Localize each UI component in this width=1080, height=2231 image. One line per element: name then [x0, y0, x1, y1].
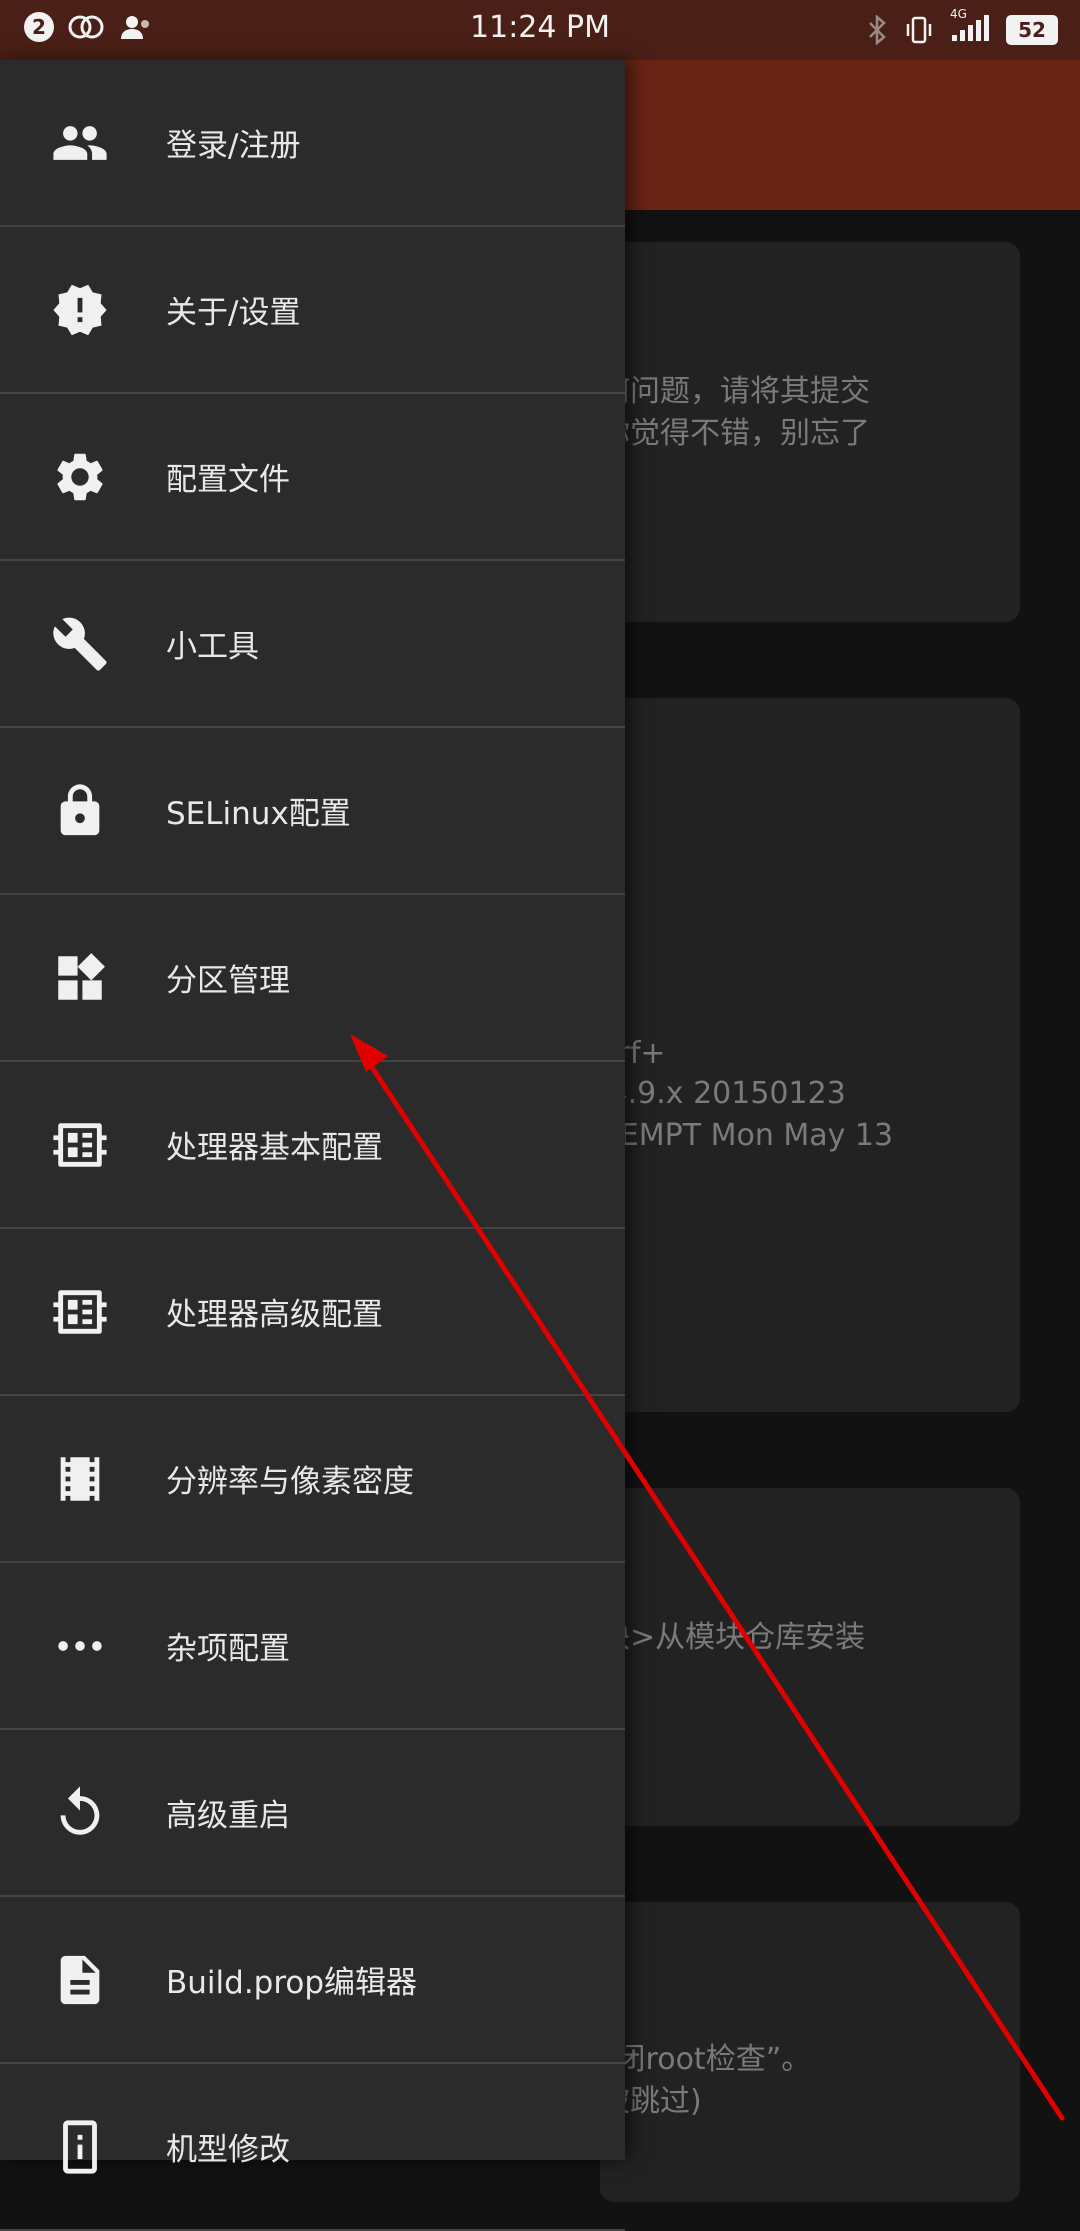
wrench-icon — [50, 614, 110, 674]
menu-item-label: 高级重启 — [166, 1798, 290, 1834]
widgets-icon — [50, 948, 110, 1008]
restart-icon — [50, 1783, 110, 1843]
phone-info-icon — [50, 2117, 110, 2177]
lock-icon — [50, 781, 110, 841]
menu-item-profiles[interactable]: 配置文件 — [0, 394, 625, 561]
card-text: 了任何问题，请将其提交 — [600, 374, 870, 409]
bluetooth-icon — [869, 15, 886, 45]
menu-item-about-settings[interactable]: 关于/设置 — [0, 227, 625, 394]
menu-item-label: 关于/设置 — [166, 295, 301, 331]
menu-item-model-modify[interactable]: 机型修改 — [0, 2064, 625, 2231]
card-text: 开“关闭root检查”。 — [600, 2042, 812, 2077]
root-check-card: 开“关闭root检查”。 检查被跳过) — [600, 1902, 1020, 2202]
menu-item-label: 处理器基本配置 — [166, 1130, 383, 1166]
card-text: n 4.9.x 20150123 — [600, 1076, 846, 1111]
gear-icon — [50, 447, 110, 507]
people-icon — [50, 113, 110, 173]
menu-item-misc[interactable]: 杂项配置 — [0, 1563, 625, 1730]
menu-item-cpu-advanced[interactable]: 处理器高级配置 — [0, 1229, 625, 1396]
menu-item-login[interactable]: 登录/注册 — [0, 60, 625, 227]
signal-group: 4G — [950, 7, 990, 47]
info-card: 了任何问题，请将其提交 如果你觉得不错，别忘了 — [600, 242, 1020, 622]
file-icon — [50, 1950, 110, 2010]
menu-item-label: 分区管理 — [166, 963, 290, 999]
menu-item-label: 小工具 — [166, 629, 259, 665]
menu-item-label: 配置文件 — [166, 462, 290, 498]
menu-item-label: Build.prop编辑器 — [166, 1965, 418, 2001]
menu-item-label: 机型修改 — [166, 2132, 290, 2168]
status-right: 4G 52 — [866, 7, 1058, 47]
navigation-drawer: 登录/注册 关于/设置 配置文件 小工具 SELinux配置 分区管理 处理器基… — [0, 60, 625, 2231]
card-text: 如果你觉得不错，别忘了 — [600, 416, 870, 451]
module-card: 方模块>从模块仓库安装 — [600, 1488, 1020, 1826]
battery-indicator: 52 — [1006, 15, 1058, 45]
network-type: 4G — [950, 7, 967, 21]
menu-item-label: 分辨率与像素密度 — [166, 1464, 414, 1500]
card-text: REEMPT Mon May 13 — [600, 1118, 894, 1153]
menu-item-build-prop[interactable]: Build.prop编辑器 — [0, 1897, 625, 2064]
menu-item-resolution-dpi[interactable]: 分辨率与像素密度 — [0, 1396, 625, 1563]
menu-item-cpu-basic[interactable]: 处理器基本配置 — [0, 1062, 625, 1229]
menu-item-partition[interactable]: 分区管理 — [0, 895, 625, 1062]
menu-item-label: 登录/注册 — [166, 128, 301, 164]
menu-item-tools[interactable]: 小工具 — [0, 561, 625, 728]
more-dots-icon — [50, 1616, 110, 1676]
menu-item-label: 杂项配置 — [166, 1631, 290, 1667]
film-icon — [50, 1449, 110, 1509]
chip-icon — [50, 1282, 110, 1342]
menu-item-selinux[interactable]: SELinux配置 — [0, 728, 625, 895]
menu-item-label: SELinux配置 — [166, 796, 351, 832]
menu-item-label: 处理器高级配置 — [166, 1297, 383, 1333]
vibrate-icon — [906, 16, 932, 44]
card-text: 方模块>从模块仓库安装 — [600, 1620, 866, 1655]
chip-icon — [50, 1115, 110, 1175]
status-bar: 2 11:24 PM 4G 52 — [0, 0, 1080, 60]
device-info-card: ) perf+ n 4.9.x 20150123 REEMPT Mon May … — [600, 698, 1020, 1412]
menu-item-advanced-reboot[interactable]: 高级重启 — [0, 1730, 625, 1897]
alert-badge-icon — [50, 280, 110, 340]
